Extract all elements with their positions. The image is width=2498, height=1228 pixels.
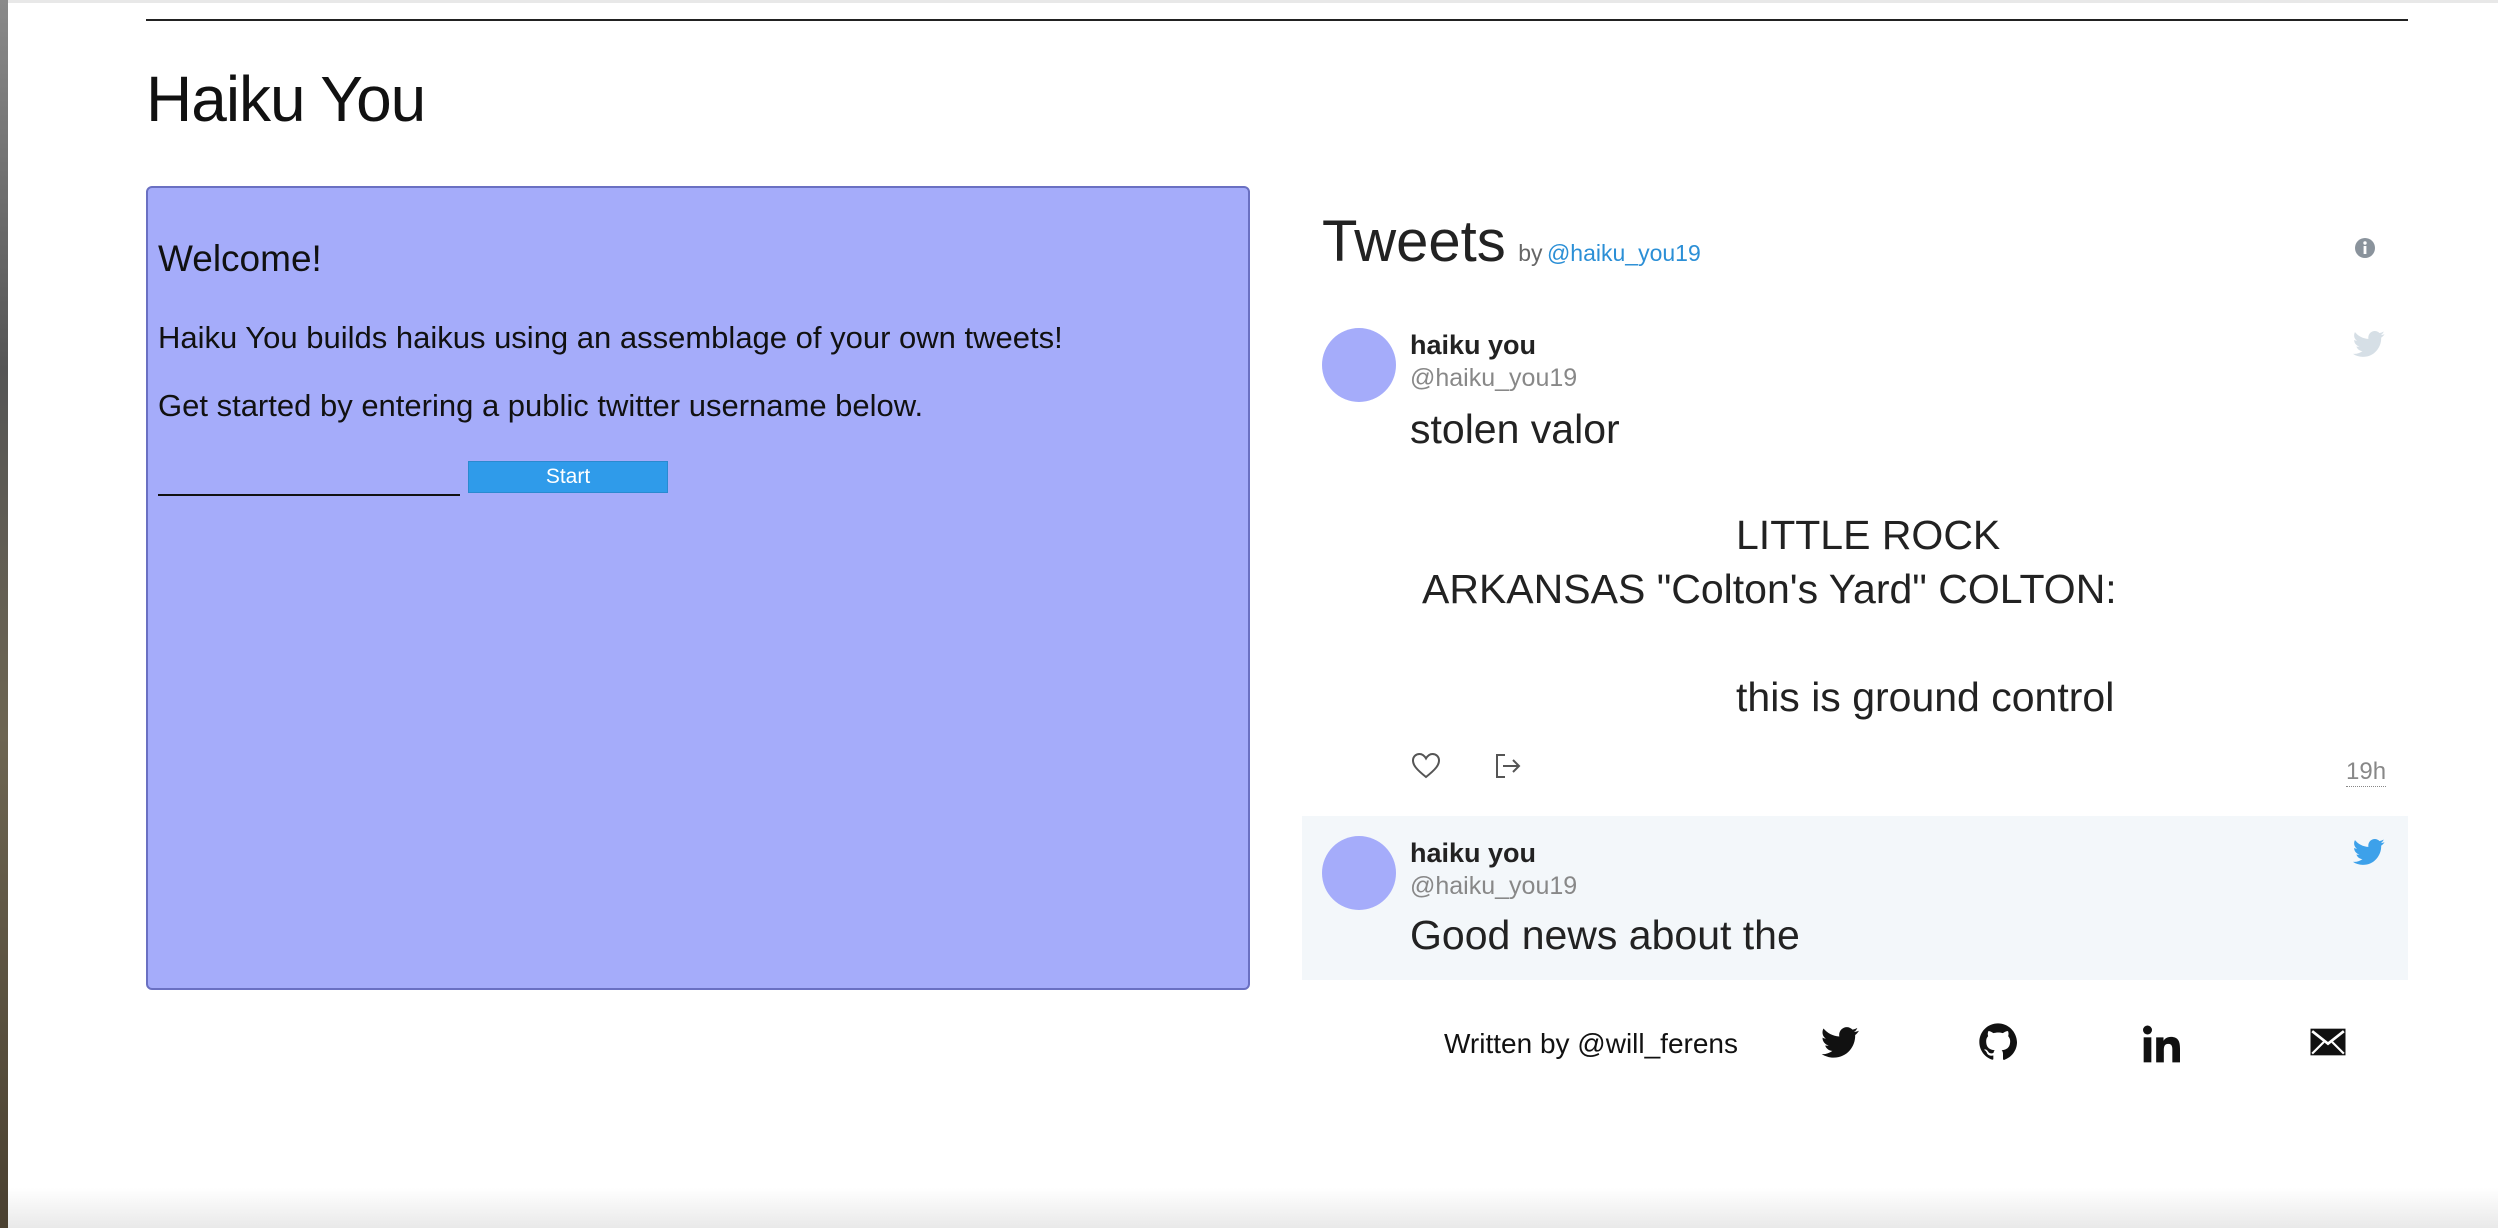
linkedin-icon[interactable] bbox=[2142, 1024, 2182, 1064]
tweet-author-name[interactable]: haiku you bbox=[1410, 838, 1536, 869]
tweet-author-handle[interactable]: @haiku_you19 bbox=[1410, 872, 1577, 901]
tweet-text-line: this is ground control bbox=[1736, 674, 2115, 720]
welcome-heading: Welcome! bbox=[158, 238, 322, 279]
page-title: Haiku You bbox=[146, 63, 426, 135]
window-bottom-shade bbox=[8, 1188, 2498, 1228]
tweet-timestamp[interactable]: 19h bbox=[2346, 758, 2387, 787]
tweets-header: Tweets by @haiku_you19 bbox=[1322, 208, 1701, 275]
tweet-text-line: stolen valor bbox=[1410, 406, 1620, 452]
window-top-edge bbox=[8, 0, 2498, 3]
username-input[interactable] bbox=[158, 460, 460, 496]
mail-icon[interactable] bbox=[2308, 1022, 2348, 1062]
footer-credit: Written by @will_ferens bbox=[1444, 1028, 1738, 1059]
start-button[interactable]: Start bbox=[468, 461, 668, 493]
avatar[interactable] bbox=[1322, 328, 1396, 402]
twitter-bird-icon[interactable] bbox=[2352, 838, 2386, 868]
tweet-text-line: ARKANSAS "Colton's Yard" COLTON: bbox=[1422, 566, 2117, 612]
tweet-author-name[interactable]: haiku you bbox=[1410, 330, 1536, 361]
welcome-panel: Welcome! Haiku You builds haikus using a… bbox=[146, 186, 1250, 990]
tweets-handle-link[interactable]: @haiku_you19 bbox=[1547, 240, 1701, 266]
tweets-title: Tweets bbox=[1322, 209, 1506, 274]
welcome-instructions: Get started by entering a public twitter… bbox=[158, 388, 924, 423]
twitter-bird-icon[interactable] bbox=[2352, 330, 2386, 360]
tweet-text-line: LITTLE ROCK bbox=[1736, 512, 2001, 558]
tweets-by-label: by bbox=[1518, 240, 1543, 266]
heart-icon[interactable] bbox=[1410, 750, 1442, 782]
desktop-edge bbox=[0, 0, 8, 1228]
welcome-description: Haiku You builds haikus using an assembl… bbox=[158, 320, 1063, 355]
avatar[interactable] bbox=[1322, 836, 1396, 910]
github-icon[interactable] bbox=[1978, 1022, 2018, 1062]
share-icon[interactable] bbox=[1492, 750, 1524, 782]
info-icon[interactable] bbox=[2354, 237, 2376, 259]
header-rule bbox=[146, 19, 2408, 21]
tweet-card[interactable]: haiku you @haiku_you19 stolen valor LITT… bbox=[1302, 312, 2408, 802]
tweet-author-handle[interactable]: @haiku_you19 bbox=[1410, 364, 1577, 393]
tweet-card[interactable]: haiku you @haiku_you19 Good news about t… bbox=[1302, 816, 2408, 980]
tweet-text-line: Good news about the bbox=[1410, 912, 1800, 958]
twitter-icon[interactable] bbox=[1820, 1022, 1860, 1062]
